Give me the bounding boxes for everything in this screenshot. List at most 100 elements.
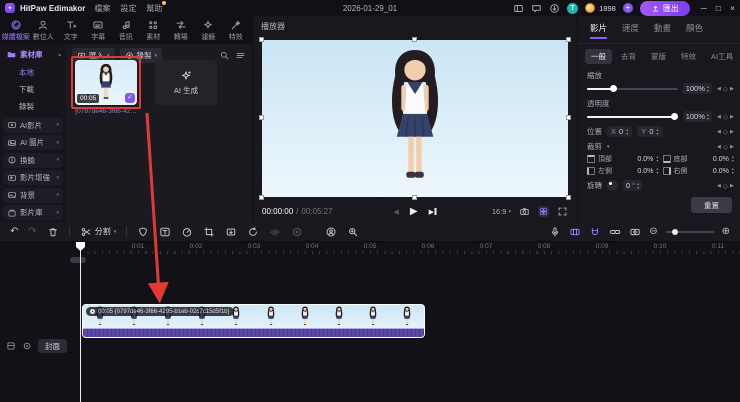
previous-frame-button[interactable]: ◀: [394, 208, 399, 216]
zoom-tool-icon[interactable]: [347, 226, 359, 238]
maximize-button[interactable]: □: [716, 3, 721, 13]
add-marker-icon[interactable]: [291, 226, 303, 238]
stepper-icon[interactable]: ▴▾: [707, 85, 709, 92]
avatar-tool-icon[interactable]: [325, 226, 337, 238]
ai-generate-button[interactable]: AI 生成: [155, 60, 217, 105]
subtab-general[interactable]: 一般: [585, 49, 612, 64]
close-button[interactable]: ×: [730, 3, 735, 13]
selection-handle[interactable]: [412, 195, 417, 200]
tab-animation[interactable]: 動畫: [654, 22, 671, 39]
keyframe-box-icon[interactable]: [629, 226, 641, 238]
sidebar-item-face-swap[interactable]: 換臉 ▾: [3, 153, 63, 168]
subtab-ai-tools[interactable]: AI工具: [705, 49, 739, 64]
timeline-zoom-in-icon[interactable]: ⊕: [722, 226, 730, 238]
tab-color[interactable]: 顏色: [686, 22, 703, 39]
selection-handle[interactable]: [259, 195, 264, 200]
crop-section-header[interactable]: 裁剪 ▾ ◀◇▶: [587, 141, 734, 152]
stepper-icon[interactable]: ▴▾: [732, 167, 734, 174]
track-options-icon[interactable]: [6, 341, 16, 351]
timeline-area[interactable]: 0:010:020:030:040:050:060:070:080:090:10…: [0, 242, 740, 402]
stepper-icon[interactable]: ▴▾: [656, 128, 658, 135]
sidebar-item-video-library[interactable]: 影片庫 ▾: [3, 205, 63, 220]
opacity-slider[interactable]: [587, 112, 678, 122]
selection-handle[interactable]: [566, 115, 571, 120]
tab-media-files[interactable]: 媒體檔案: [2, 17, 30, 44]
crop-top-input[interactable]: 頂部 0.0% ▴▾: [587, 154, 659, 164]
position-y-input[interactable]: Y0 ▴▾: [637, 126, 662, 137]
scene-detect-icon[interactable]: [569, 226, 581, 238]
rotate-icon[interactable]: [247, 226, 259, 238]
crop-keyframe-controls[interactable]: ◀◇▶: [717, 143, 734, 151]
audio-wave-icon[interactable]: [269, 226, 281, 238]
tab-filters[interactable]: 濾鏡: [195, 17, 223, 44]
playhead-handle[interactable]: [76, 242, 85, 251]
tab-audio[interactable]: 音訊: [112, 17, 140, 44]
timeline-ruler[interactable]: [80, 251, 740, 254]
selection-handle[interactable]: [259, 115, 264, 120]
timeline-video-clip[interactable]: 00:05 {0797de46-3f66-4295-b1eb-02c7c15d5…: [82, 304, 425, 338]
sidebar-item-recordings[interactable]: 錄製: [0, 98, 66, 115]
scale-slider[interactable]: [587, 84, 678, 94]
timeline-zoom-out-icon[interactable]: ⊖: [649, 226, 657, 238]
crop-right-input[interactable]: 右側 0.0% ▴▾: [663, 166, 735, 176]
tab-digital-human[interactable]: 數位人: [30, 17, 58, 44]
stepper-icon[interactable]: ▴▾: [637, 182, 639, 189]
selection-handle[interactable]: [566, 195, 571, 200]
link-clips-icon[interactable]: [609, 226, 621, 238]
search-icon[interactable]: [219, 50, 230, 61]
tab-subtitles[interactable]: 字幕: [85, 17, 113, 44]
list-view-icon[interactable]: [235, 50, 246, 61]
download-center-icon[interactable]: [549, 3, 560, 14]
microphone-icon[interactable]: [549, 226, 561, 238]
reset-button[interactable]: 重置: [691, 197, 732, 213]
subtab-mask[interactable]: 蒙版: [645, 49, 672, 64]
delete-icon[interactable]: [47, 226, 59, 238]
export-button[interactable]: 匯出: [640, 1, 690, 16]
split-button[interactable]: 分割 ▾: [80, 226, 117, 238]
stepper-icon[interactable]: ▴▾: [626, 128, 628, 135]
subtab-remove-bg[interactable]: 去背: [615, 49, 642, 64]
stepper-icon[interactable]: ▴▾: [656, 155, 658, 162]
selection-handle[interactable]: [566, 37, 571, 42]
layout-panels-icon[interactable]: [513, 3, 524, 14]
menu-help[interactable]: 幫助: [146, 3, 162, 14]
selection-handle[interactable]: [259, 37, 264, 42]
selection-handle[interactable]: [412, 37, 417, 42]
play-button[interactable]: ▶: [410, 206, 418, 217]
rotation-keyframe-controls[interactable]: ◀◇▶: [717, 182, 734, 190]
rotation-value-box[interactable]: 0 ° ▴▾: [623, 180, 642, 191]
redo-icon[interactable]: ↷: [28, 226, 36, 238]
undo-icon[interactable]: ↶: [10, 226, 18, 238]
sidebar-item-video-enhance[interactable]: 影片增強 ▾: [3, 170, 63, 185]
fullscreen-icon[interactable]: [557, 206, 568, 217]
add-credits-button[interactable]: +: [623, 3, 633, 13]
menu-file[interactable]: 檔案: [94, 3, 110, 14]
timeline-zoom-slider[interactable]: [666, 228, 714, 236]
opacity-value-box[interactable]: 100% ▴▾: [683, 111, 712, 122]
tab-transitions[interactable]: 轉場: [167, 17, 195, 44]
crop-bottom-input[interactable]: 底部 0.0% ▴▾: [663, 154, 735, 164]
track-target-icon[interactable]: [22, 341, 32, 351]
cover-button[interactable]: 封面: [38, 339, 67, 353]
tab-speed[interactable]: 速度: [622, 22, 639, 39]
position-x-input[interactable]: X0 ▴▾: [607, 126, 632, 137]
next-frame-button[interactable]: ▶: [429, 208, 437, 216]
stepper-icon[interactable]: ▴▾: [656, 167, 658, 174]
text-tool-icon[interactable]: [159, 226, 171, 238]
menu-settings[interactable]: 設定: [120, 3, 136, 14]
stepper-icon[interactable]: ▴▾: [707, 113, 709, 120]
stepper-icon[interactable]: ▴▾: [732, 155, 734, 162]
sidebar-item-ai-image[interactable]: AI 圖片 ▾: [3, 135, 63, 150]
sidebar-item-library[interactable]: 素材庫 ▴: [0, 44, 66, 64]
opacity-keyframe-controls[interactable]: ◀◇▶: [717, 113, 734, 121]
minimize-button[interactable]: ─: [701, 3, 707, 13]
sidebar-item-local[interactable]: 本地: [0, 64, 66, 81]
speed-gauge-icon[interactable]: [181, 226, 193, 238]
sidebar-item-background[interactable]: 背景 ▾: [3, 188, 63, 203]
collapsed-track[interactable]: [70, 257, 86, 263]
tab-effects[interactable]: 特效: [222, 17, 250, 44]
tab-video[interactable]: 影片: [590, 22, 607, 39]
scale-value-box[interactable]: 100% ▴▾: [683, 83, 712, 94]
sidebar-item-downloads[interactable]: 下載: [0, 81, 66, 98]
user-avatar[interactable]: T: [567, 3, 578, 14]
